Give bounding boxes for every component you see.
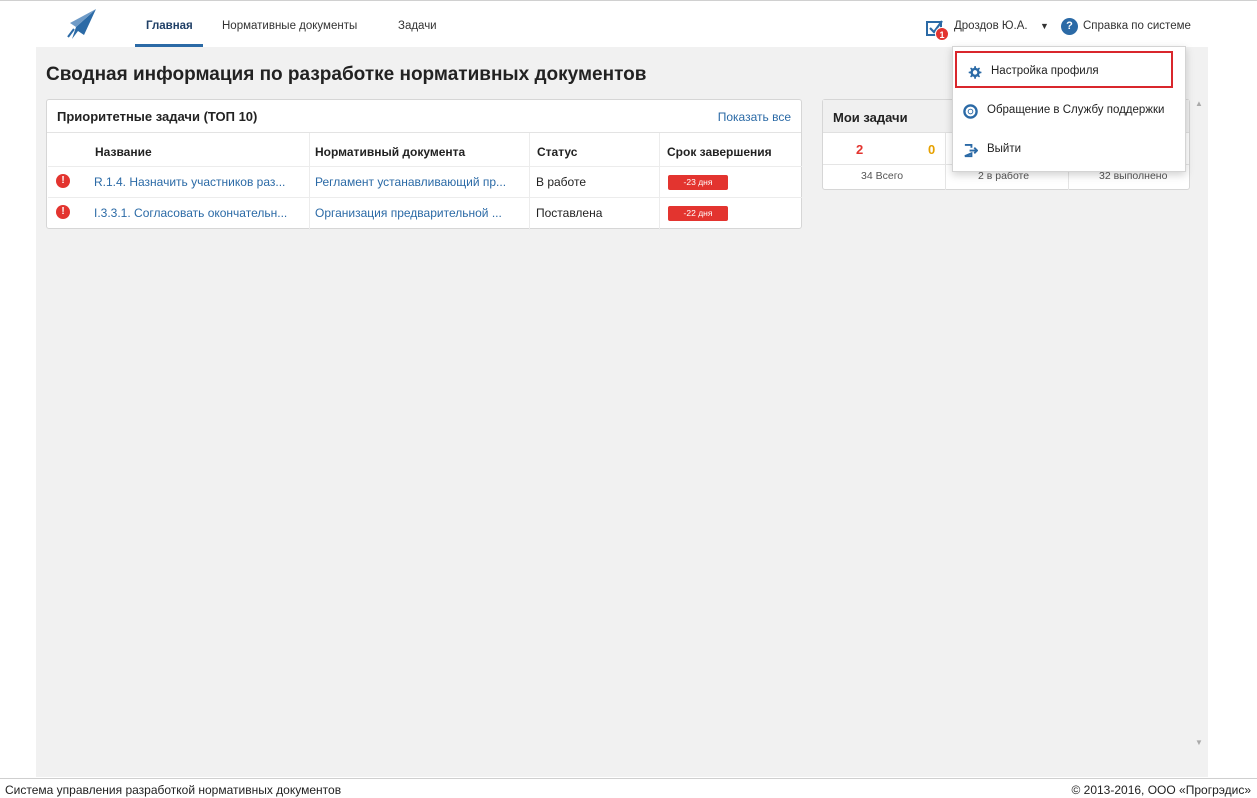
nav-item-tasks[interactable]: Задачи [398,20,437,32]
app-logo-icon[interactable] [62,7,102,41]
count-total[interactable]: 2 [856,142,863,157]
divider [945,133,946,190]
nav-item-home[interactable]: Главная [146,20,193,32]
task-name-link[interactable]: R.1.4. Назначить участников раз... [94,175,285,189]
footer: Система управления разработкой нормативн… [0,778,1257,798]
menu-item-support-request[interactable]: Обращение в Службу поддержки [953,92,1187,130]
column-header-name[interactable]: Название [95,145,152,159]
status-text: В работе [536,175,587,189]
show-all-link[interactable]: Показать все [718,110,791,124]
document-link[interactable]: Регламент устанавливающий пр... [315,175,506,189]
count-in-progress[interactable]: 0 [928,142,935,157]
user-menu-toggle[interactable]: Дроздов Ю.А. [954,20,1028,32]
panel-title: Приоритетные задачи (ТОП 10) [57,109,258,124]
panel-title: Мои задачи [833,110,908,125]
column-header-deadline[interactable]: Срок завершения [667,145,772,159]
menu-item-logout[interactable]: Выйти [953,131,1187,169]
lifebuoy-icon [963,104,978,119]
column-header-status[interactable]: Статус [537,145,577,159]
menu-item-profile-settings[interactable]: Настройка профиля [955,51,1173,88]
table-row[interactable]: ! I.3.3.1. Согласовать окончательн... Ор… [48,197,802,227]
task-name-link[interactable]: I.3.3.1. Согласовать окончательн... [94,206,287,220]
table-row[interactable]: ! R.1.4. Назначить участников раз... Рег… [48,166,802,196]
footer-system-name: Система управления разработкой нормативн… [5,783,342,797]
deadline-badge: -22 дня [668,206,728,221]
notification-badge: 1 [935,27,949,41]
column-header-document[interactable]: Нормативный документа [315,145,465,159]
footer-copyright: © 2013-2016, ООО «Прогрэдис» [1071,783,1251,797]
panel-header: Приоритетные задачи (ТОП 10) Показать вс… [47,100,801,133]
status-text: Поставлена [536,206,603,220]
menu-item-label: Обращение в Службу поддержки [987,104,1165,116]
top-bar: Главная Нормативные документы Задачи 1 Д… [0,0,1257,47]
document-link[interactable]: Организация предварительной ... [315,206,502,220]
gear-icon [967,65,982,80]
alert-icon: ! [56,205,70,219]
menu-item-label: Выйти [987,143,1022,155]
user-dropdown-menu: Настройка профиля Обращение в Службу под… [952,46,1186,172]
deadline-badge: -23 дня [668,175,728,190]
count-label-total: 34 Всего [861,170,904,182]
scrollbar[interactable] [1190,99,1208,749]
logout-icon [963,143,979,158]
help-icon[interactable]: ? [1061,18,1078,35]
menu-item-label: Настройка профиля [991,65,1099,77]
scroll-down-icon[interactable]: ▼ [1195,738,1203,747]
page-title: Сводная информация по разработке нормати… [46,64,647,85]
priority-tasks-panel: Приоритетные задачи (ТОП 10) Показать вс… [46,99,802,230]
help-link[interactable]: Справка по системе [1083,20,1191,32]
scroll-up-icon[interactable]: ▲ [1195,99,1203,108]
nav-item-documents[interactable]: Нормативные документы [222,20,357,32]
alert-icon: ! [56,174,70,188]
caret-down-icon[interactable]: ▼ [1040,21,1049,31]
